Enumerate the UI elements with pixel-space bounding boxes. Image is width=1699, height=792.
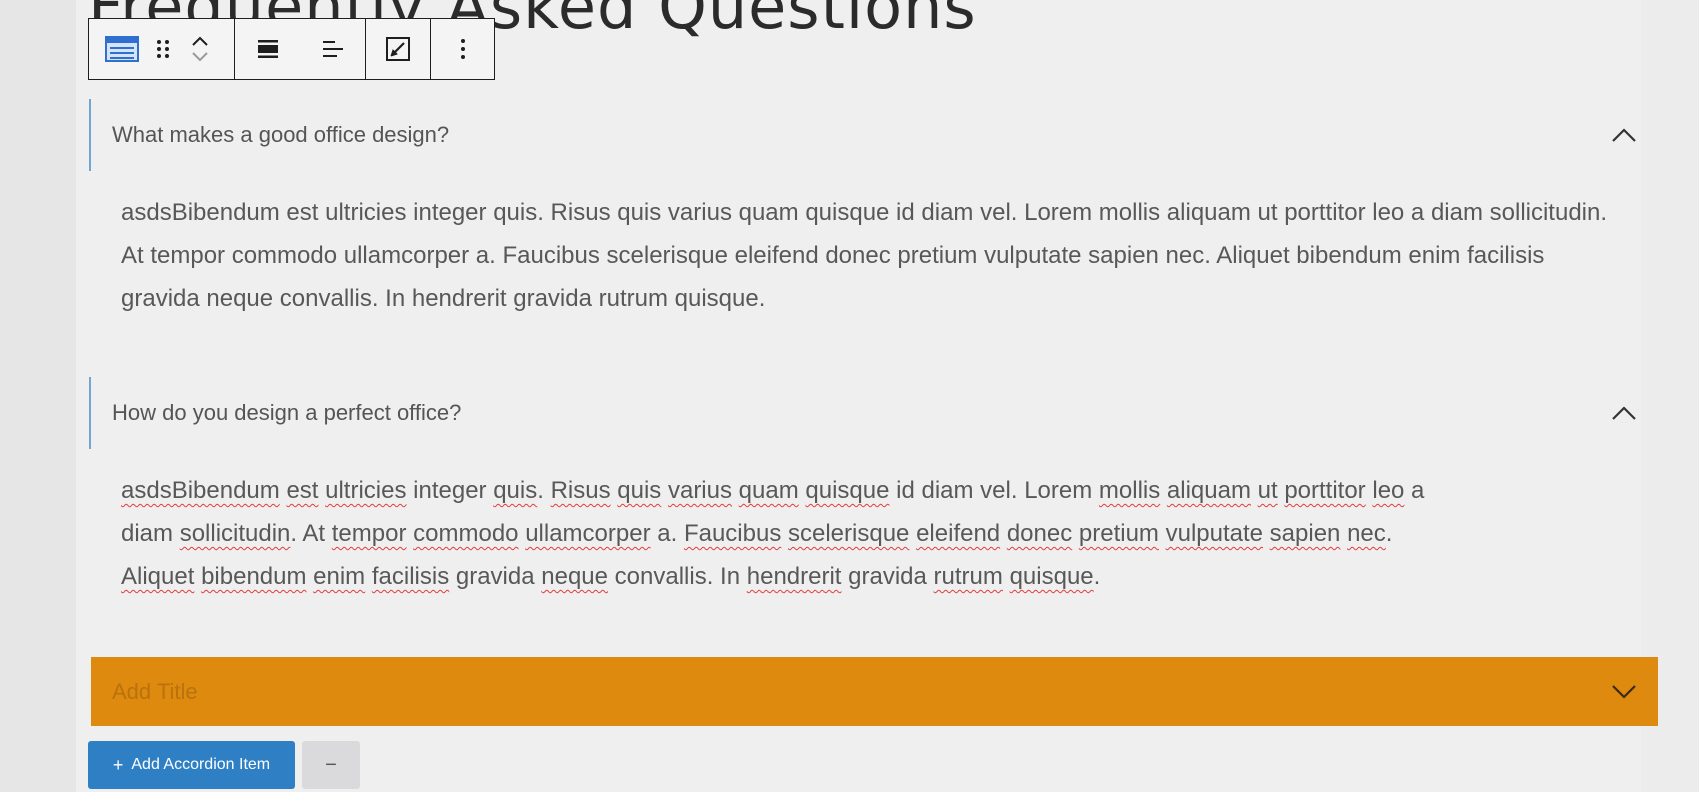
accordion-item: What makes a good office design? asdsBib…: [89, 99, 1658, 320]
misspelled-word[interactable]: ut: [1258, 477, 1278, 504]
content-line: asdsBibendum est ultricies integer quis.…: [121, 477, 1425, 504]
misspelled-word[interactable]: asdsBibendum: [121, 477, 280, 504]
chevron-up-icon[interactable]: [191, 36, 209, 46]
chevron-up-icon[interactable]: [1610, 405, 1638, 421]
align-center-icon: [257, 40, 278, 58]
add-accordion-item-button[interactable]: + Add Accordion Item: [88, 741, 295, 789]
misspelled-word[interactable]: tempor: [332, 520, 407, 547]
misspelled-word[interactable]: quisque: [805, 477, 889, 504]
more-options-button[interactable]: [433, 19, 493, 79]
accordion-item-content[interactable]: asdsBibendum est ultricies integer quis.…: [89, 171, 1658, 320]
accordion-item-header[interactable]: How do you design a perfect office?: [89, 377, 1658, 449]
misspelled-word[interactable]: ullamcorper: [525, 520, 650, 547]
toolbar-group-block: [89, 19, 235, 79]
chevron-down-icon[interactable]: [191, 52, 209, 62]
drag-handle-icon: [157, 40, 169, 58]
content-line: Aliquet bibendum enim facilisis gravida …: [121, 563, 1101, 590]
misspelled-word[interactable]: mollis: [1099, 477, 1160, 504]
misspelled-word[interactable]: est: [286, 477, 318, 504]
accordion-item-title[interactable]: How do you design a perfect office?: [112, 400, 461, 426]
misspelled-word[interactable]: scelerisque: [788, 520, 909, 547]
text-align-button[interactable]: [301, 19, 365, 79]
block-type-button[interactable]: [99, 19, 145, 79]
chevron-up-icon[interactable]: [1610, 127, 1638, 143]
misspelled-word[interactable]: quis: [617, 477, 661, 504]
misspelled-word[interactable]: vulputate: [1166, 520, 1263, 547]
misspelled-word[interactable]: Faucibus: [684, 520, 781, 547]
misspelled-word[interactable]: aliquam: [1167, 477, 1251, 504]
edit-button[interactable]: [366, 19, 430, 79]
misspelled-word[interactable]: bibendum: [201, 563, 306, 590]
misspelled-word[interactable]: commodo: [413, 520, 518, 547]
left-panel: [0, 0, 76, 792]
plus-icon: +: [112, 755, 124, 775]
move-buttons[interactable]: [181, 19, 219, 79]
chevron-down-icon[interactable]: [1610, 684, 1638, 700]
misspelled-word[interactable]: quam: [739, 477, 799, 504]
accordion-item-content[interactable]: asdsBibendum est ultricies integer quis.…: [89, 449, 1658, 598]
misspelled-word[interactable]: rutrum: [934, 563, 1003, 590]
edit-square-icon: [386, 37, 410, 61]
accordion-item: How do you design a perfect office? asds…: [89, 377, 1658, 598]
misspelled-word[interactable]: quisque: [1010, 563, 1094, 590]
drag-handle-button[interactable]: [145, 19, 181, 79]
misspelled-word[interactable]: Risus: [551, 477, 611, 504]
add-title-placeholder[interactable]: Add Title: [112, 679, 198, 705]
accordion-block-icon: [105, 36, 139, 62]
more-options-icon: [460, 39, 465, 59]
misspelled-word[interactable]: quis: [493, 477, 537, 504]
misspelled-word[interactable]: nec: [1347, 520, 1386, 547]
misspelled-word[interactable]: facilisis: [372, 563, 449, 590]
toolbar-group-more: [431, 19, 494, 79]
accordion-item-header[interactable]: What makes a good office design?: [89, 99, 1658, 171]
misspelled-word[interactable]: ultricies: [325, 477, 406, 504]
misspelled-word[interactable]: Aliquet: [121, 563, 194, 590]
accordion-item-new[interactable]: Add Title: [91, 657, 1658, 726]
text-align-left-icon: [322, 41, 343, 57]
misspelled-word[interactable]: varius: [668, 477, 732, 504]
toolbar-group-align: [235, 19, 366, 79]
accordion-item-title[interactable]: What makes a good office design?: [112, 122, 449, 148]
content-line: diam sollicitudin. At tempor commodo ull…: [121, 520, 1393, 547]
misspelled-word[interactable]: leo: [1372, 477, 1404, 504]
align-button[interactable]: [236, 19, 300, 79]
misspelled-word[interactable]: hendrerit: [747, 563, 842, 590]
misspelled-word[interactable]: sapien: [1270, 520, 1341, 547]
misspelled-word[interactable]: pretium: [1079, 520, 1159, 547]
misspelled-word[interactable]: eleifend: [916, 520, 1000, 547]
misspelled-word[interactable]: sollicitudin: [180, 520, 291, 547]
misspelled-word[interactable]: neque: [541, 563, 608, 590]
toolbar-group-edit: [366, 19, 431, 79]
misspelled-word[interactable]: porttitor: [1284, 477, 1365, 504]
add-accordion-item-label: Add Accordion Item: [131, 756, 271, 773]
misspelled-word[interactable]: enim: [313, 563, 365, 590]
block-toolbar: [88, 18, 495, 80]
remove-accordion-item-button[interactable]: −: [302, 741, 360, 789]
misspelled-word[interactable]: donec: [1007, 520, 1072, 547]
